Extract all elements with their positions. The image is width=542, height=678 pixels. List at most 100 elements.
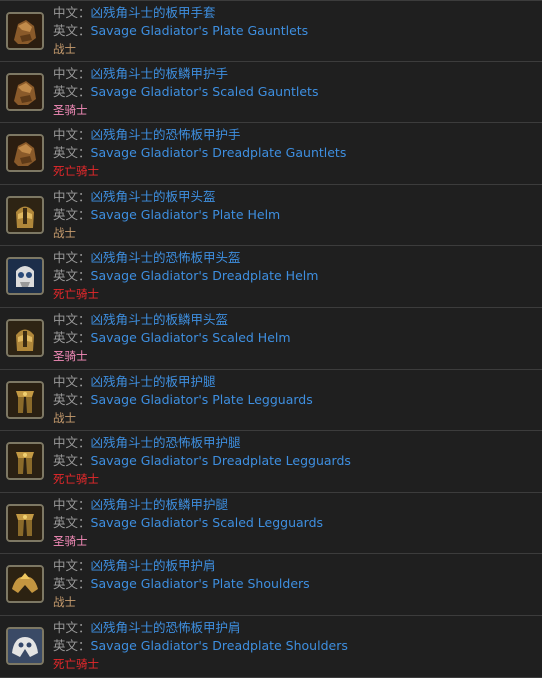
- english-label: 英文：: [53, 268, 91, 284]
- chinese-name-line: 中文：凶残角斗士的板鳞甲护手: [53, 66, 228, 82]
- chinese-name-line: 中文：凶残角斗士的恐怖板甲护手: [53, 127, 241, 143]
- chinese-label: 中文：: [53, 435, 91, 451]
- list-item-2[interactable]: 中文：凶残角斗士的板鳞甲护手 英文：Savage Gladiator's Sca…: [0, 61, 542, 124]
- english-name[interactable]: Savage Gladiator's Scaled Legguards: [91, 515, 324, 530]
- english-name-line: 英文：Savage Gladiator's Dreadplate Helm: [53, 268, 318, 284]
- english-name-line: 英文：Savage Gladiator's Scaled Gauntlets: [53, 84, 318, 100]
- english-name[interactable]: Savage Gladiator's Plate Helm: [91, 207, 281, 222]
- list-item-11[interactable]: 中文：凶残角斗士的恐怖板甲护肩 英文：Savage Gladiator's Dr…: [0, 615, 542, 678]
- english-name-line: 英文：Savage Gladiator's Dreadplate Shoulde…: [53, 638, 348, 654]
- english-label: 英文：: [53, 637, 91, 653]
- list-item-4[interactable]: 中文：凶残角斗士的板甲头盔 英文：Savage Gladiator's Plat…: [0, 184, 542, 247]
- english-name[interactable]: Savage Gladiator's Plate Shoulders: [91, 576, 310, 591]
- helm-icon[interactable]: [6, 318, 44, 357]
- english-label: 英文：: [53, 391, 91, 407]
- class-name: 战士: [53, 410, 76, 425]
- english-name[interactable]: Savage Gladiator's Plate Legguards: [91, 392, 313, 407]
- legguards-icon[interactable]: [6, 503, 44, 542]
- chinese-name-line: 中文：凶残角斗士的恐怖板甲护肩: [53, 620, 241, 636]
- gauntlets-icon[interactable]: [6, 12, 44, 50]
- english-name-line: 英文：Savage Gladiator's Plate Helm: [53, 207, 280, 223]
- helm-icon[interactable]: [6, 195, 44, 234]
- legguards-icon[interactable]: [6, 442, 44, 481]
- list-item-7[interactable]: 中文：凶残角斗士的板甲护腿 英文：Savage Gladiator's Plat…: [0, 369, 542, 432]
- skull-shoulders-icon[interactable]: [6, 626, 44, 665]
- chinese-label: 中文：: [53, 127, 91, 143]
- chinese-label: 中文：: [53, 373, 91, 389]
- chinese-label: 中文：: [53, 619, 91, 635]
- chinese-name[interactable]: 凶残角斗士的板鳞甲头盔: [91, 312, 229, 327]
- english-name[interactable]: Savage Gladiator's Scaled Helm: [91, 330, 291, 345]
- chinese-name-line: 中文：凶残角斗士的板甲护肩: [53, 558, 216, 574]
- list-item-9[interactable]: 中文：凶残角斗士的板鳞甲护腿 英文：Savage Gladiator's Sca…: [0, 492, 542, 555]
- english-name[interactable]: Savage Gladiator's Dreadplate Gauntlets: [91, 145, 347, 160]
- english-name-line: 英文：Savage Gladiator's Plate Gauntlets: [53, 23, 308, 39]
- english-name[interactable]: Savage Gladiator's Dreadplate Helm: [91, 268, 319, 283]
- english-label: 英文：: [53, 23, 91, 38]
- class-name: 圣骑士: [53, 533, 88, 548]
- chinese-name[interactable]: 凶残角斗士的板甲护腿: [91, 374, 216, 389]
- chinese-label: 中文：: [53, 496, 91, 512]
- english-name[interactable]: Savage Gladiator's Dreadplate Legguards: [91, 453, 351, 468]
- english-label: 英文：: [53, 83, 91, 99]
- chinese-name-line: 中文：凶残角斗士的板鳞甲护腿: [53, 497, 228, 513]
- list-item-3[interactable]: 中文：凶残角斗士的恐怖板甲护手 英文：Savage Gladiator's Dr…: [0, 123, 542, 185]
- gear-list: 中文：凶残角斗士的板甲手套 英文：Savage Gladiator's Plat…: [0, 0, 542, 678]
- english-name[interactable]: Savage Gladiator's Plate Gauntlets: [91, 23, 309, 38]
- class-name: 战士: [53, 225, 76, 240]
- class-name: 战士: [53, 42, 76, 56]
- class-name: 圣骑士: [53, 348, 88, 363]
- shoulders-icon[interactable]: [6, 565, 44, 604]
- chinese-name[interactable]: 凶残角斗士的板甲头盔: [91, 189, 216, 204]
- chinese-name[interactable]: 凶残角斗士的板鳞甲护腿: [91, 497, 229, 512]
- list-item-6[interactable]: 中文：凶残角斗士的板鳞甲头盔 英文：Savage Gladiator's Sca…: [0, 307, 542, 370]
- english-label: 英文：: [53, 329, 91, 345]
- english-label: 英文：: [53, 453, 91, 469]
- chinese-name[interactable]: 凶残角斗士的板鳞甲护手: [91, 66, 229, 81]
- chinese-name-line: 中文：凶残角斗士的板鳞甲头盔: [53, 312, 228, 328]
- english-name-line: 英文：Savage Gladiator's Scaled Legguards: [53, 515, 323, 531]
- chinese-name[interactable]: 凶残角斗士的恐怖板甲护肩: [91, 620, 241, 635]
- list-item-5[interactable]: 中文：凶残角斗士的恐怖板甲头盔 英文：Savage Gladiator's Dr…: [0, 246, 542, 308]
- chinese-name[interactable]: 凶残角斗士的恐怖板甲护手: [91, 127, 241, 142]
- chinese-name-line: 中文：凶残角斗士的恐怖板甲护腿: [53, 435, 241, 451]
- english-label: 英文：: [53, 576, 91, 592]
- class-name: 圣骑士: [53, 102, 88, 117]
- chinese-label: 中文：: [53, 188, 91, 204]
- english-name-line: 英文：Savage Gladiator's Plate Legguards: [53, 392, 313, 408]
- class-name: 死亡骑士: [53, 287, 99, 302]
- english-name-line: 英文：Savage Gladiator's Plate Shoulders: [53, 576, 310, 592]
- chinese-label: 中文：: [53, 65, 91, 81]
- chinese-name[interactable]: 凶残角斗士的板甲护肩: [91, 558, 216, 573]
- chinese-name-line: 中文：凶残角斗士的恐怖板甲头盔: [53, 250, 241, 266]
- chinese-name-line: 中文：凶残角斗士的板甲护腿: [53, 374, 216, 390]
- gauntlets-icon[interactable]: [6, 72, 44, 111]
- chinese-label: 中文：: [53, 311, 91, 327]
- list-item-10[interactable]: 中文：凶残角斗士的板甲护肩 英文：Savage Gladiator's Plat…: [0, 554, 542, 616]
- list-item-1[interactable]: 中文：凶残角斗士的板甲手套 英文：Savage Gladiator's Plat…: [0, 0, 542, 62]
- class-name: 战士: [53, 595, 76, 610]
- chinese-name[interactable]: 凶残角斗士的恐怖板甲头盔: [91, 250, 241, 265]
- english-label: 英文：: [53, 206, 91, 222]
- class-name: 死亡骑士: [53, 472, 99, 487]
- chinese-label: 中文：: [53, 250, 91, 266]
- english-name[interactable]: Savage Gladiator's Scaled Gauntlets: [91, 84, 319, 99]
- english-name[interactable]: Savage Gladiator's Dreadplate Shoulders: [91, 638, 348, 653]
- class-name: 死亡骑士: [53, 656, 99, 671]
- english-label: 英文：: [53, 145, 91, 161]
- list-item-8[interactable]: 中文：凶残角斗士的恐怖板甲护腿 英文：Savage Gladiator's Dr…: [0, 431, 542, 493]
- chinese-label: 中文：: [53, 558, 91, 574]
- english-label: 英文：: [53, 514, 91, 530]
- legguards-icon[interactable]: [6, 380, 44, 419]
- english-name-line: 英文：Savage Gladiator's Dreadplate Gauntle…: [53, 145, 346, 161]
- chinese-name-line: 中文：凶残角斗士的板甲手套: [53, 5, 216, 21]
- chinese-label: 中文：: [53, 5, 91, 20]
- class-name: 死亡骑士: [53, 164, 99, 179]
- skull-helm-icon[interactable]: [6, 257, 44, 296]
- chinese-name[interactable]: 凶残角斗士的板甲手套: [91, 5, 216, 20]
- chinese-name[interactable]: 凶残角斗士的恐怖板甲护腿: [91, 435, 241, 450]
- chinese-name-line: 中文：凶残角斗士的板甲头盔: [53, 189, 216, 205]
- english-name-line: 英文：Savage Gladiator's Scaled Helm: [53, 330, 291, 346]
- english-name-line: 英文：Savage Gladiator's Dreadplate Legguar…: [53, 453, 351, 469]
- gauntlets-icon[interactable]: [6, 134, 44, 173]
